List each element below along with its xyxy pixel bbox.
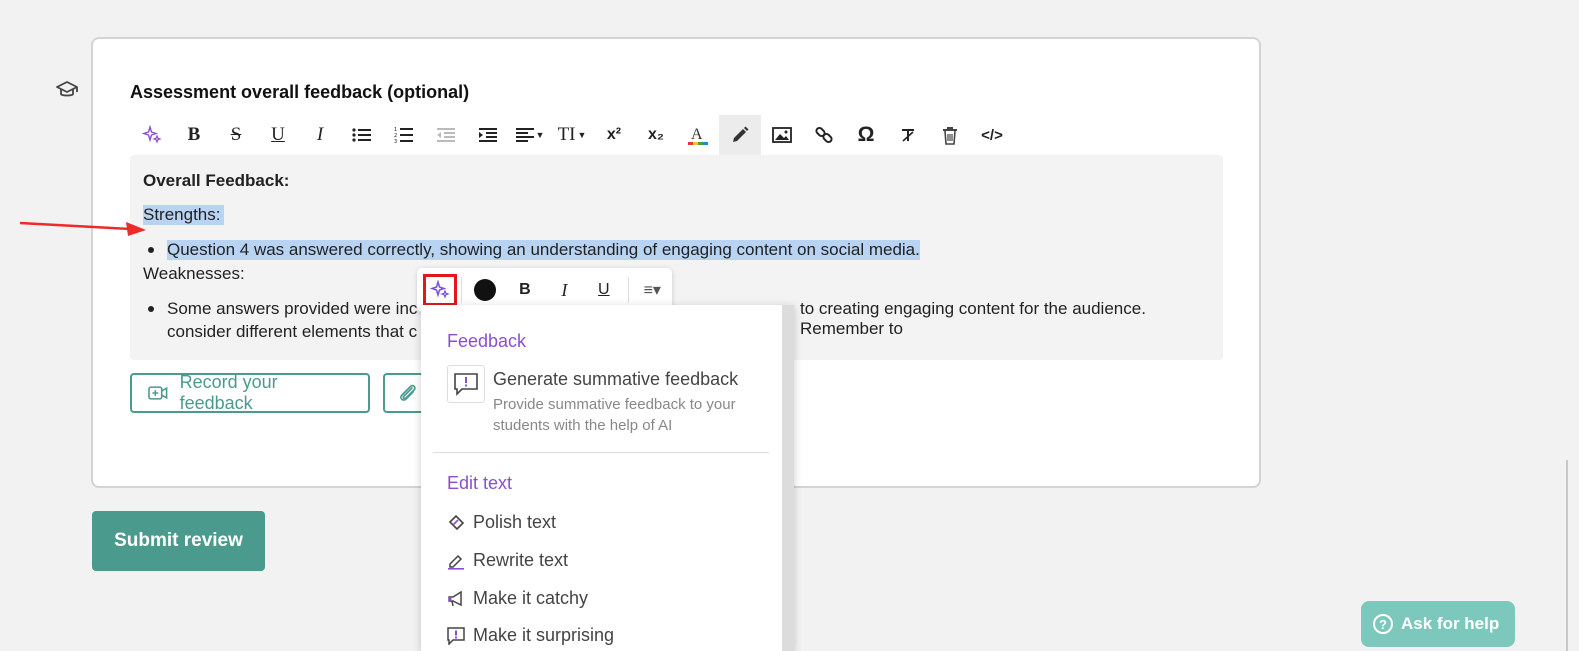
align-dropdown[interactable]: ▼	[509, 115, 551, 155]
clear-format-icon[interactable]	[887, 115, 929, 155]
menu-divider	[433, 452, 769, 453]
editor-toolbar: B S U I 123 ▼ TI ▼ x² x₂ A Ω </>	[131, 115, 1013, 155]
menu-item-label: Polish text	[473, 512, 557, 532]
trash-icon[interactable]	[929, 115, 971, 155]
indent-icon[interactable]	[467, 115, 509, 155]
color-picker-button[interactable]	[466, 273, 505, 307]
ask-for-help-label: Ask for help	[1401, 614, 1500, 633]
menu-item-rewrite-text[interactable]: Rewrite text	[447, 550, 568, 571]
generate-summative-desc: Provide summative feedback to your stude…	[493, 396, 736, 434]
weakness-item-end: to creating engaging content for the aud…	[800, 299, 1146, 338]
weakness-item-start: Some answers provided were inc	[167, 299, 418, 318]
underline-button[interactable]: U	[257, 115, 299, 155]
bullet-icon	[148, 247, 154, 253]
menu-item-label: Make it surprising	[473, 625, 615, 645]
chevron-down-icon: ▼	[577, 130, 587, 140]
bullet-icon	[148, 306, 154, 312]
ai-assist-button[interactable]	[423, 274, 457, 306]
weaknesses-label: Weaknesses:	[143, 264, 245, 283]
annotation-arrow-icon	[19, 221, 146, 236]
menu-item-make-catchy[interactable]: Make it catchy	[447, 588, 588, 609]
separator	[627, 277, 629, 303]
chevron-down-icon: ▼	[535, 130, 545, 140]
menu-item-make-surprising[interactable]: Make it surprising	[447, 625, 614, 646]
image-icon[interactable]	[761, 115, 803, 155]
record-feedback-button[interactable]: Record your feedback	[130, 372, 370, 413]
numbered-list-icon[interactable]: 123	[383, 115, 425, 155]
weakness-item-line2: consider different elements that c	[167, 322, 418, 341]
subscript-button[interactable]: x₂	[635, 115, 677, 155]
megaphone-icon	[448, 590, 462, 606]
menu-section-edit-text: Edit text	[447, 473, 513, 493]
menu-item-label: Rewrite text	[473, 550, 569, 570]
text-color-icon[interactable]: A	[677, 115, 719, 155]
text-size-dropdown[interactable]: TI ▼	[551, 115, 593, 155]
link-icon[interactable]	[803, 115, 845, 155]
strength-item: Question 4 was answered correctly, showi…	[167, 240, 920, 260]
menu-item-polish-text[interactable]: Polish text	[447, 512, 556, 533]
bullet-list-icon[interactable]	[341, 115, 383, 155]
color-swatch	[474, 279, 497, 301]
float-align-dropdown[interactable]: ≡▾	[633, 273, 672, 307]
menu-section-feedback: Feedback	[447, 331, 527, 351]
record-feedback-label: Record your feedback	[179, 372, 278, 413]
ai-sparkle-icon	[429, 280, 450, 299]
separator	[460, 277, 462, 303]
submit-review-button[interactable]: Submit review	[92, 511, 265, 571]
bold-button[interactable]: B	[173, 115, 215, 155]
superscript-button[interactable]: x²	[593, 115, 635, 155]
text-size-icon: TI	[557, 124, 576, 145]
svg-text:A: A	[691, 126, 703, 143]
generate-summative-text: Generate summative feedback Provide summ…	[493, 365, 768, 436]
surprise-icon	[447, 626, 465, 645]
feedback-alert-icon	[447, 365, 485, 403]
ask-for-help-button[interactable]: ? Ask for help	[1361, 601, 1515, 647]
page-scrollbar[interactable]	[1566, 460, 1568, 651]
generate-summative-title: Generate summative feedback	[493, 369, 739, 389]
float-italic-button[interactable]: I	[545, 273, 584, 307]
paperclip-icon	[400, 384, 416, 401]
svg-text:3: 3	[394, 139, 397, 144]
float-bold-button[interactable]: B	[505, 273, 544, 307]
polish-icon	[448, 514, 465, 530]
rewrite-pen-icon	[448, 554, 464, 570]
generate-summative-feedback-item[interactable]: Generate summative feedback Provide summ…	[447, 365, 768, 436]
help-icon: ?	[1373, 614, 1393, 634]
editor-heading: Overall Feedback:	[143, 171, 290, 190]
strengths-label: Strengths:	[143, 205, 224, 225]
video-plus-icon	[148, 386, 168, 400]
float-underline-button[interactable]: U	[584, 273, 623, 307]
special-char-icon[interactable]: Ω	[845, 115, 887, 155]
strikethrough-button[interactable]: S	[215, 115, 257, 155]
ai-menu: Feedback Generate summative feedback Pro…	[421, 305, 794, 651]
outdent-icon[interactable]	[425, 115, 467, 155]
graduation-cap-icon	[56, 81, 78, 97]
code-view-button[interactable]: </>	[971, 115, 1013, 155]
italic-button[interactable]: I	[299, 115, 341, 155]
card-title: Assessment overall feedback (optional)	[130, 82, 470, 102]
ai-sparkle-icon[interactable]	[131, 115, 173, 155]
highlight-pen-icon[interactable]	[719, 115, 761, 155]
menu-item-label: Make it catchy	[473, 588, 589, 608]
menu-scrollbar[interactable]	[782, 305, 794, 651]
